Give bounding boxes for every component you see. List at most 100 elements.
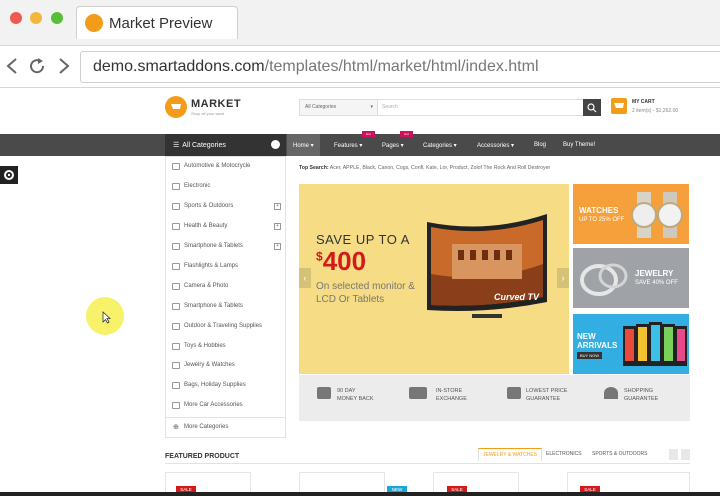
carousel-prev-button[interactable] <box>669 449 678 460</box>
nav-features[interactable]: Features ▾ <box>334 134 362 156</box>
cart-logo-icon <box>165 96 187 118</box>
watches-banner[interactable]: WATCHES UP TO 25% OFF <box>573 184 689 244</box>
forward-arrow-icon[interactable] <box>52 55 74 77</box>
new-arrivals-banner[interactable]: NEW ARRIVALS BUY NOW <box>573 314 689 374</box>
top-search: Top Search: Acer, APPLE, Black, Canon, C… <box>299 165 550 171</box>
all-categories-button[interactable]: ☰ All Categories <box>165 134 286 156</box>
category-item[interactable]: More Car Accessories <box>166 397 285 417</box>
banner-subtitle: SAVE 40% OFF <box>635 280 678 286</box>
menu-icon: ☰ <box>173 142 180 149</box>
reload-icon[interactable] <box>26 55 48 77</box>
category-item[interactable]: Toys & Hobbies <box>166 338 285 358</box>
category-label: More Car Accessories <box>184 402 243 408</box>
smartphones-image <box>623 322 687 366</box>
maximize-window-button[interactable] <box>51 12 63 24</box>
service-title: IN-STORE <box>436 388 463 394</box>
service-title: 90 DAY <box>337 388 356 394</box>
buy-now-button[interactable]: BUY NOW <box>577 352 603 359</box>
tab-electronics[interactable]: ELECTRONICS <box>542 448 586 460</box>
search-input[interactable]: Search <box>382 104 398 110</box>
service-item: SHOPPING GUARANTEE <box>624 387 658 403</box>
tab-jewelry-watches[interactable]: JEWELRY & WATCHES <box>478 448 542 461</box>
tab-sports-outdoors[interactable]: SPORTS & OUTDOORS <box>588 448 651 460</box>
category-item[interactable]: Flashlights & Lamps <box>166 258 285 278</box>
slider-prev-button[interactable]: ‹ <box>299 268 311 288</box>
price-value: 400 <box>322 246 367 276</box>
category-item[interactable]: Electronic <box>166 178 285 198</box>
search-category-select[interactable]: All Categories ▾ <box>300 100 378 115</box>
expand-icon[interactable]: + <box>274 203 281 210</box>
plus-circle-icon: ⊕ <box>173 424 179 431</box>
nav-buy-theme[interactable]: Buy Theme! <box>563 134 595 156</box>
slider-next-button[interactable]: › <box>557 268 569 288</box>
url-path: /templates/html/market/html/index.html <box>264 58 539 75</box>
url-field[interactable]: demo.smartaddons.com/templates/html/mark… <box>80 51 720 83</box>
nav-categories[interactable]: Categories ▾ <box>423 134 457 156</box>
section-divider <box>165 463 690 464</box>
banner-subtitle: UP TO 25% OFF <box>579 217 625 223</box>
all-categories-label: All Categories <box>182 142 226 149</box>
expand-icon[interactable]: + <box>274 243 281 250</box>
watch-image <box>631 192 683 238</box>
cursor-highlight <box>86 297 124 335</box>
category-icon <box>172 223 180 230</box>
nav-pages[interactable]: Pages ▾ <box>382 134 404 156</box>
nav-home[interactable]: Home ▾ <box>287 134 320 156</box>
url-host: demo.smartaddons.com <box>93 58 265 75</box>
ring-image <box>580 263 628 296</box>
category-item[interactable]: Camera & Photo <box>166 278 285 298</box>
search-category-label: All Categories <box>305 104 337 110</box>
jewelry-banner[interactable]: JEWELRY SAVE 40% OFF <box>573 248 689 308</box>
truck-icon <box>409 387 427 399</box>
category-icon <box>172 382 180 389</box>
service-item: LOWEST PRICE GUARANTEE <box>526 387 567 403</box>
category-item[interactable]: Automotive & Motocrycle <box>166 158 285 178</box>
category-item[interactable]: Health & Beauty + <box>166 218 285 238</box>
close-window-button[interactable] <box>10 12 22 24</box>
search-bar: All Categories ▾ Search <box>299 99 601 116</box>
category-item[interactable]: Jewelry & Watches <box>166 357 285 377</box>
minimize-window-button[interactable] <box>30 12 42 24</box>
browser-tab[interactable]: Market Preview <box>76 6 238 39</box>
top-search-label: Top Search: <box>299 165 329 171</box>
category-label: Flashlights & Lamps <box>184 263 239 269</box>
expand-icon[interactable]: + <box>274 223 281 230</box>
collapse-icon <box>271 140 280 149</box>
title-bar: Market Preview <box>0 0 720 46</box>
category-icon <box>172 183 180 190</box>
category-item[interactable]: Bags, Holiday Supplies <box>166 377 285 397</box>
more-categories-link[interactable]: ⊕ More Categories <box>166 417 285 437</box>
hot-badge: Hot <box>362 131 375 137</box>
logo-title: MARKET <box>191 98 242 110</box>
banner-title: JEWELRY <box>635 269 674 278</box>
category-label: Health & Beauty <box>184 223 228 229</box>
back-arrow-icon[interactable] <box>2 55 24 77</box>
category-label: Bags, Holiday Supplies <box>184 382 246 388</box>
services-strip: 90 DAY MONEY BACK IN-STORE EXCHANGE LOWEST… <box>299 375 690 421</box>
service-item: 90 DAY MONEY BACK <box>337 387 374 403</box>
category-icon <box>172 283 180 290</box>
category-icon <box>172 243 180 250</box>
category-label: Electronic <box>184 183 211 189</box>
slide-price: $400 <box>316 246 366 277</box>
category-icon <box>172 323 180 330</box>
category-item[interactable]: Outdoor & Traveling Supplies <box>166 318 285 338</box>
top-search-terms[interactable]: Acer, APPLE, Black, Canon, Cogs, Confi, … <box>330 165 550 171</box>
nav-blog[interactable]: Blog <box>534 134 546 156</box>
category-item[interactable]: Smartphone & Tablets + <box>166 238 285 258</box>
tab-title: Market Preview <box>109 15 213 32</box>
category-item[interactable]: Sports & Outdoors + <box>166 198 285 218</box>
category-label: Automotive & Motocrycle <box>184 163 251 169</box>
service-title: LOWEST PRICE <box>526 388 568 394</box>
carousel-next-button[interactable] <box>681 449 690 460</box>
calendar-icon <box>507 387 521 399</box>
category-icon <box>172 362 180 369</box>
category-label: Sports & Outdoors <box>184 203 234 209</box>
category-label: Outdoor & Traveling Supplies <box>184 323 263 329</box>
slide-headline: SAVE UP TO A <box>316 232 410 247</box>
search-button[interactable] <box>583 99 601 116</box>
settings-gear-icon[interactable] <box>0 166 18 184</box>
category-item[interactable]: Smartphone & Tablets <box>166 298 285 318</box>
nav-accessories[interactable]: Accessories ▾ <box>477 134 514 156</box>
hero-slider[interactable]: SAVE UP TO A $400 On selected monitor & … <box>299 184 569 374</box>
